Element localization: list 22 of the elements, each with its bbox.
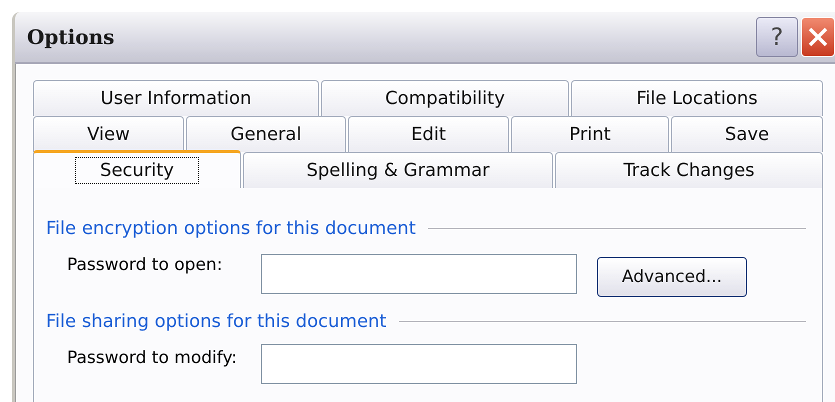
- help-button[interactable]: ?: [756, 17, 798, 57]
- tab[interactable]: Track Changes: [555, 152, 823, 188]
- group-heading: File encryption options for this document: [46, 218, 416, 239]
- group-heading: File sharing options for this document: [46, 311, 386, 332]
- tab[interactable]: General: [186, 116, 346, 152]
- tab[interactable]: Save: [671, 116, 823, 152]
- field-label: Password to open:: [66, 255, 224, 275]
- password-field[interactable]: [261, 344, 577, 384]
- tab[interactable]: Compatibility: [321, 80, 569, 116]
- tab[interactable]: File Locations: [571, 80, 823, 116]
- close-icon: [807, 26, 829, 48]
- advanced-button[interactable]: Advanced...: [597, 257, 747, 297]
- field-label: Password to modify:: [66, 348, 238, 368]
- tab[interactable]: Spelling & Grammar: [243, 152, 553, 188]
- tab[interactable]: Print: [511, 116, 669, 152]
- close-button[interactable]: [801, 17, 835, 57]
- tab[interactable]: User Information: [33, 80, 319, 116]
- window-title: Options: [27, 25, 116, 49]
- tab[interactable]: Edit: [348, 116, 509, 152]
- tab[interactable]: View: [33, 116, 184, 152]
- tab[interactable]: Security: [33, 150, 241, 188]
- password-field[interactable]: [261, 254, 577, 294]
